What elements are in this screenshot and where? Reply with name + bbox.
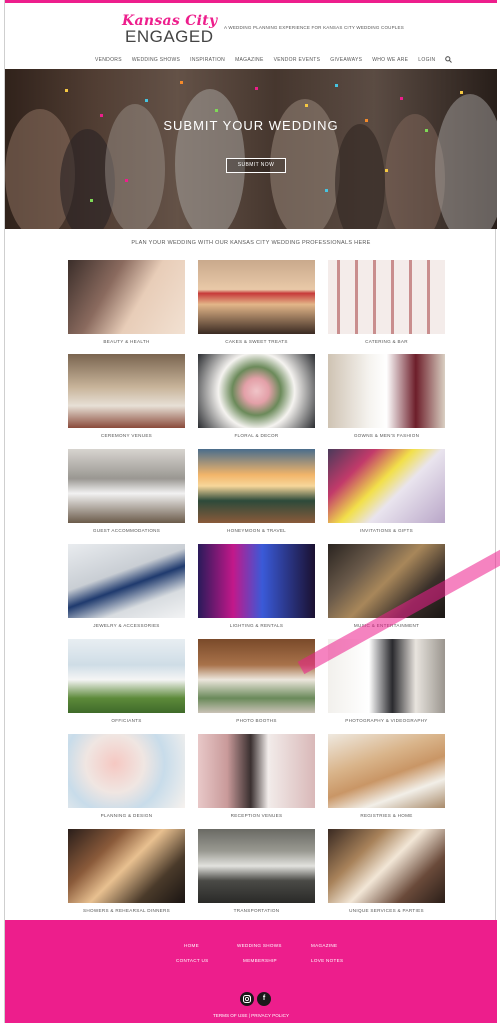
category-tile[interactable]: PHOTOGRAPHY & VIDEOGRAPHY <box>328 639 445 723</box>
category-tile[interactable]: PHOTO BOOTHS <box>198 639 315 723</box>
nav-who-we-are[interactable]: WHO WE ARE <box>372 57 408 63</box>
category-image[interactable] <box>198 734 315 808</box>
category-image[interactable] <box>328 354 445 428</box>
instagram-icon[interactable] <box>240 992 254 1006</box>
category-tile[interactable]: TRANSPORTATION <box>198 829 315 913</box>
category-label[interactable]: REGISTRIES & HOME <box>328 813 445 818</box>
logo-main-text: ENGAGED <box>125 27 214 46</box>
category-image[interactable] <box>328 829 445 903</box>
category-label[interactable]: SHOWERS & REHEARSAL DINNERS <box>68 908 185 913</box>
category-tile[interactable]: GUEST ACCOMMODATIONS <box>68 449 185 533</box>
category-tile[interactable]: REGISTRIES & HOME <box>328 734 445 818</box>
category-label[interactable]: GUEST ACCOMMODATIONS <box>68 528 185 533</box>
nav-vendor-events[interactable]: VENDOR EVENTS <box>274 57 321 63</box>
category-image[interactable] <box>68 449 185 523</box>
category-tile[interactable]: PLANNING & DESIGN <box>68 734 185 818</box>
category-tile[interactable]: INVITATIONS & GIFTS <box>328 449 445 533</box>
category-label[interactable]: PLANNING & DESIGN <box>68 813 185 818</box>
category-label[interactable]: FLORAL & DECOR <box>198 433 315 438</box>
category-image[interactable] <box>198 260 315 334</box>
site-tagline: A WEDDING PLANNING EXPERIENCE FOR KANSAS… <box>224 25 404 30</box>
category-image[interactable] <box>68 639 185 713</box>
category-tile[interactable]: CATERING & BAR <box>328 260 445 344</box>
category-label[interactable]: BEAUTY & HEALTH <box>68 339 185 344</box>
footer-link-home[interactable]: HOME <box>184 943 199 948</box>
category-label[interactable]: UNIQUE SERVICES & PARTIES <box>328 908 445 913</box>
category-label[interactable]: OFFICIANTS <box>68 718 185 723</box>
category-label[interactable]: PHOTOGRAPHY & VIDEOGRAPHY <box>328 718 445 723</box>
category-image[interactable] <box>68 260 185 334</box>
category-tile[interactable]: RECEPTION VENUES <box>198 734 315 818</box>
category-image[interactable] <box>328 734 445 808</box>
category-label[interactable]: CAKES & SWEET TREATS <box>198 339 315 344</box>
nav-inspiration[interactable]: INSPIRATION <box>190 57 225 63</box>
category-tile[interactable]: UNIQUE SERVICES & PARTIES <box>328 829 445 913</box>
hero-banner: SUBMIT YOUR WEDDING SUBMIT NOW <box>5 69 497 229</box>
nav-vendors[interactable]: VENDORS <box>95 57 122 63</box>
category-tile[interactable]: BEAUTY & HEALTH <box>68 260 185 344</box>
category-image[interactable] <box>328 544 445 618</box>
category-label[interactable]: PHOTO BOOTHS <box>198 718 315 723</box>
category-label[interactable]: RECEPTION VENUES <box>198 813 315 818</box>
category-image[interactable] <box>198 354 315 428</box>
category-label[interactable]: CEREMONY VENUES <box>68 433 185 438</box>
category-tile[interactable]: CEREMONY VENUES <box>68 354 185 438</box>
nav-login[interactable]: LOGIN <box>418 57 435 63</box>
footer-link-contact-us[interactable]: CONTACT US <box>176 958 208 963</box>
site-footer: HOME WEDDING SHOWS MAGAZINE CONTACT US M… <box>5 920 497 1023</box>
footer-link-membership[interactable]: MEMBERSHIP <box>243 958 277 963</box>
category-tile[interactable]: FLORAL & DECOR <box>198 354 315 438</box>
category-image[interactable] <box>68 829 185 903</box>
category-image[interactable] <box>328 260 445 334</box>
category-image[interactable] <box>68 544 185 618</box>
legal-links[interactable]: TERMS OF USE | PRIVACY POLICY <box>5 1013 497 1018</box>
category-label[interactable]: INVITATIONS & GIFTS <box>328 528 445 533</box>
category-tile[interactable]: GOWNS & MEN'S FASHION <box>328 354 445 438</box>
search-icon[interactable] <box>445 55 453 65</box>
intro-text: PLAN YOUR WEDDING WITH OUR KANSAS CITY W… <box>131 240 371 246</box>
footer-link-wedding-shows[interactable]: WEDDING SHOWS <box>237 943 282 948</box>
category-label[interactable]: LIGHTING & RENTALS <box>198 623 315 628</box>
category-tile[interactable]: CAKES & SWEET TREATS <box>198 260 315 344</box>
site-header: Kansas City ENGAGED A WEDDING PLANNING E… <box>5 3 497 69</box>
category-tile[interactable]: SHOWERS & REHEARSAL DINNERS <box>68 829 185 913</box>
main-nav: VENDORS WEDDING SHOWS INSPIRATION MAGAZI… <box>95 55 453 65</box>
category-image[interactable] <box>198 639 315 713</box>
footer-link-magazine[interactable]: MAGAZINE <box>311 943 337 948</box>
category-image[interactable] <box>68 734 185 808</box>
category-label[interactable]: TRANSPORTATION <box>198 908 315 913</box>
category-label[interactable]: CATERING & BAR <box>328 339 445 344</box>
category-image[interactable] <box>198 544 315 618</box>
nav-giveaways[interactable]: GIVEAWAYS <box>330 57 362 63</box>
footer-link-love-notes[interactable]: LOVE NOTES <box>311 958 343 963</box>
category-label[interactable]: HONEYMOON & TRAVEL <box>198 528 315 533</box>
category-label[interactable]: GOWNS & MEN'S FASHION <box>328 433 445 438</box>
facebook-icon[interactable]: f <box>257 992 271 1006</box>
page-frame: Kansas City ENGAGED A WEDDING PLANNING E… <box>4 0 500 1023</box>
category-tile[interactable]: LIGHTING & RENTALS <box>198 544 315 628</box>
nav-magazine[interactable]: MAGAZINE <box>235 57 264 63</box>
category-image[interactable] <box>198 829 315 903</box>
category-tile[interactable]: OFFICIANTS <box>68 639 185 723</box>
site-logo[interactable]: Kansas City ENGAGED <box>122 13 218 53</box>
category-label[interactable]: JEWELRY & ACCESSORIES <box>68 623 185 628</box>
category-tile[interactable]: HONEYMOON & TRAVEL <box>198 449 315 533</box>
category-image[interactable] <box>328 449 445 523</box>
category-image[interactable] <box>68 354 185 428</box>
submit-now-button[interactable]: SUBMIT NOW <box>226 158 286 173</box>
nav-wedding-shows[interactable]: WEDDING SHOWS <box>132 57 180 63</box>
hero-title: SUBMIT YOUR WEDDING <box>163 118 339 133</box>
category-image[interactable] <box>198 449 315 523</box>
category-tile[interactable]: JEWELRY & ACCESSORIES <box>68 544 185 628</box>
